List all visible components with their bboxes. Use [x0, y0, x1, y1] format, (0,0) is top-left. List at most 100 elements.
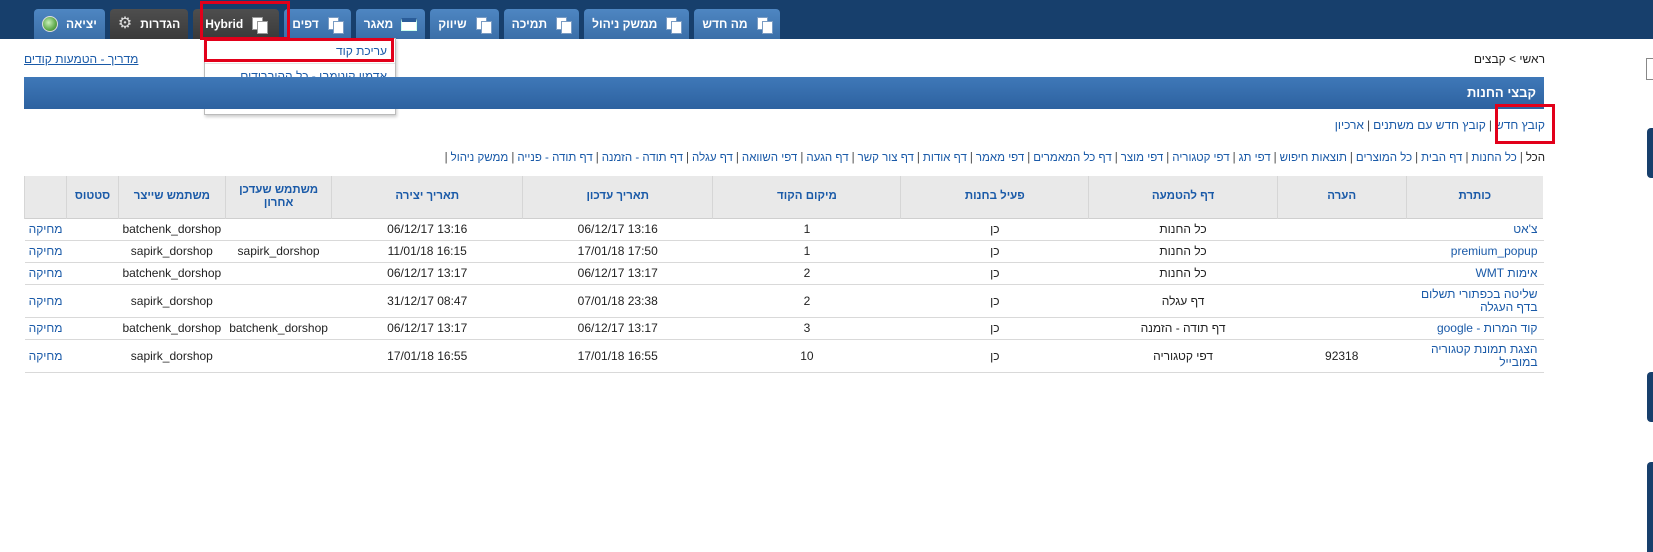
archive-link[interactable]: ארכיון [1335, 118, 1364, 132]
cell-title[interactable]: premium_popup [1406, 240, 1544, 263]
cell-updated: 13:16 06/12/17 [522, 218, 713, 241]
column-header-updated[interactable]: תאריך עדכון [521, 176, 714, 218]
filter-item[interactable]: דף עגלה [692, 152, 733, 164]
tab-repository[interactable]: מאגר [355, 9, 426, 39]
cell-last-editor: batchenk_dorshop [225, 317, 332, 340]
new-file-link[interactable]: קובץ חדש [1495, 118, 1545, 132]
cell-last-editor [225, 262, 332, 285]
edge-panel-fragment [1647, 462, 1653, 552]
delete-link[interactable]: מחיקה [24, 218, 67, 241]
cell-title[interactable]: קוד המרות - google [1406, 317, 1544, 340]
column-header-creator[interactable]: משתמש שייצר [117, 176, 226, 218]
file-actions: קובץ חדש|קובץ חדש עם משתנים|ארכיון [1335, 118, 1545, 132]
cell-page: כל החנות [1088, 218, 1278, 241]
tab-label: דפים [292, 17, 319, 31]
filter-item[interactable]: דפי מאמר [976, 152, 1024, 164]
top-nav-bar: יציאה ⚙ הגדרות Hybrid דפים מאגר שיווק תמ… [0, 0, 1653, 39]
pages-icon [327, 16, 344, 34]
separator: | [1488, 118, 1492, 132]
filter-all[interactable]: הכל [1526, 152, 1545, 164]
cell-last-editor [225, 339, 332, 373]
tab-hybrid[interactable]: Hybrid [193, 9, 280, 39]
gear-icon: ⚙ [117, 15, 133, 32]
filter-item[interactable]: ממשק ניהול [451, 152, 509, 164]
column-header-last-editor[interactable]: משתמש שעדכן אחרון [224, 176, 333, 218]
filter-item[interactable]: כל המוצרים [1356, 152, 1412, 164]
cell-title[interactable]: צ'אט [1406, 218, 1544, 241]
column-header-status[interactable]: סטטוס [66, 176, 119, 218]
tab-marketing[interactable]: שיווק [430, 9, 499, 39]
delete-link[interactable]: מחיקה [24, 339, 67, 373]
delete-link[interactable]: מחיקה [24, 240, 67, 263]
column-header-position[interactable]: מיקום הקוד [712, 176, 902, 218]
pages-icon [251, 16, 269, 34]
filter-item[interactable]: דף צור קשר [858, 152, 914, 164]
filter-item[interactable]: כל החנות [1471, 152, 1516, 164]
delete-link[interactable]: מחיקה [24, 262, 67, 285]
breadcrumb-current: קבצים [1473, 52, 1506, 66]
cell-updated: 16:55 17/01/18 [522, 339, 713, 373]
delete-link[interactable]: מחיקה [24, 317, 67, 340]
breadcrumb-home[interactable]: ראשי [1519, 52, 1545, 66]
globe-icon [42, 16, 58, 32]
cell-page: כל החנות [1088, 262, 1278, 285]
pages-icon [665, 16, 683, 34]
new-file-with-vars-link[interactable]: קובץ חדש עם משתנים [1373, 118, 1486, 132]
cell-title[interactable]: הצגת תמונת קטגוריה במובייל [1406, 339, 1544, 373]
cell-active: כן [900, 317, 1089, 340]
tab-label: יציאה [66, 17, 97, 31]
table-row: צ'אט כל החנות כן 1 13:16 06/12/17 13:16 … [24, 218, 1544, 241]
column-header-active[interactable]: פעיל בחנות [900, 176, 1090, 218]
column-header-title[interactable]: כותרת [1405, 176, 1545, 218]
dropdown-item-edit-code[interactable]: עריכת קוד [205, 39, 395, 64]
cell-last-editor [225, 218, 332, 241]
cell-created: 13:17 06/12/17 [331, 317, 523, 340]
filter-item[interactable]: דף הבית [1421, 152, 1462, 164]
cell-title[interactable]: שליטה בכפתורי תשלום בדף העגלה [1406, 284, 1544, 318]
cell-creator: sapirk_dorshop [118, 240, 226, 263]
cell-position: 1 [712, 240, 901, 263]
tab-whats-new[interactable]: מה חדש [694, 9, 780, 39]
tab-settings[interactable]: ⚙ הגדרות [109, 9, 189, 39]
cell-created: 13:17 06/12/17 [331, 262, 523, 285]
filter-item[interactable]: דפי מוצר [1121, 152, 1164, 164]
filter-item[interactable]: דפי תג [1239, 152, 1271, 164]
cell-page: דף תודה - הזמנה [1088, 317, 1278, 340]
cell-page: דף עגלה [1088, 284, 1278, 318]
cell-active: כן [900, 240, 1089, 263]
cell-updated: 13:17 06/12/17 [522, 317, 713, 340]
filter-item[interactable]: תוצאות חיפוש [1280, 152, 1347, 164]
filter-item[interactable]: דף אודות [923, 152, 967, 164]
cell-status [66, 262, 119, 285]
separator: | [1366, 118, 1371, 132]
filter-item[interactable]: דף כל המאמרים [1033, 152, 1112, 164]
tab-logout[interactable]: יציאה [34, 9, 105, 39]
filter-item[interactable]: דפי קטגוריה [1172, 152, 1229, 164]
tab-support[interactable]: תמיכה [503, 9, 580, 39]
cell-created: 13:16 06/12/17 [331, 218, 523, 241]
breadcrumb-separator: > [1509, 52, 1517, 66]
tab-admin-interface[interactable]: ממשק ניהול [584, 9, 690, 39]
column-header-page[interactable]: דף להטמעה [1088, 176, 1278, 218]
table-row: הצגת תמונת קטגוריה במובייל 92318 דפי קטג… [24, 339, 1544, 373]
pages-icon [555, 16, 573, 34]
cell-page: כל החנות [1088, 240, 1278, 263]
column-header-note[interactable]: הערה [1276, 176, 1407, 218]
filter-item[interactable]: דף תודה - פנייה [517, 152, 592, 164]
filter-item[interactable]: דף הגעה [806, 152, 848, 164]
window-icon [401, 17, 418, 31]
table-header-row: כותרת הערה דף להטמעה פעיל בחנות מיקום הק… [23, 176, 1545, 218]
column-header-created[interactable]: תאריך יצירה [331, 176, 523, 218]
cell-creator: batchenk_dorshop [118, 262, 226, 285]
cell-title[interactable]: אימות WMT [1406, 262, 1544, 285]
cell-last-editor: sapirk_dorshop [225, 240, 332, 263]
cell-position: 3 [712, 317, 901, 340]
cell-note [1277, 218, 1407, 241]
cell-status [66, 339, 119, 373]
guide-link[interactable]: מדריך - הטמעות קודים [24, 52, 138, 66]
delete-link[interactable]: מחיקה [24, 284, 67, 318]
filter-item[interactable]: דפי השוואה [742, 152, 797, 164]
tab-pages[interactable]: דפים [284, 9, 351, 39]
filter-item[interactable]: דף תודה - הזמנה [602, 152, 683, 164]
cell-updated: 23:38 07/01/18 [522, 284, 713, 318]
